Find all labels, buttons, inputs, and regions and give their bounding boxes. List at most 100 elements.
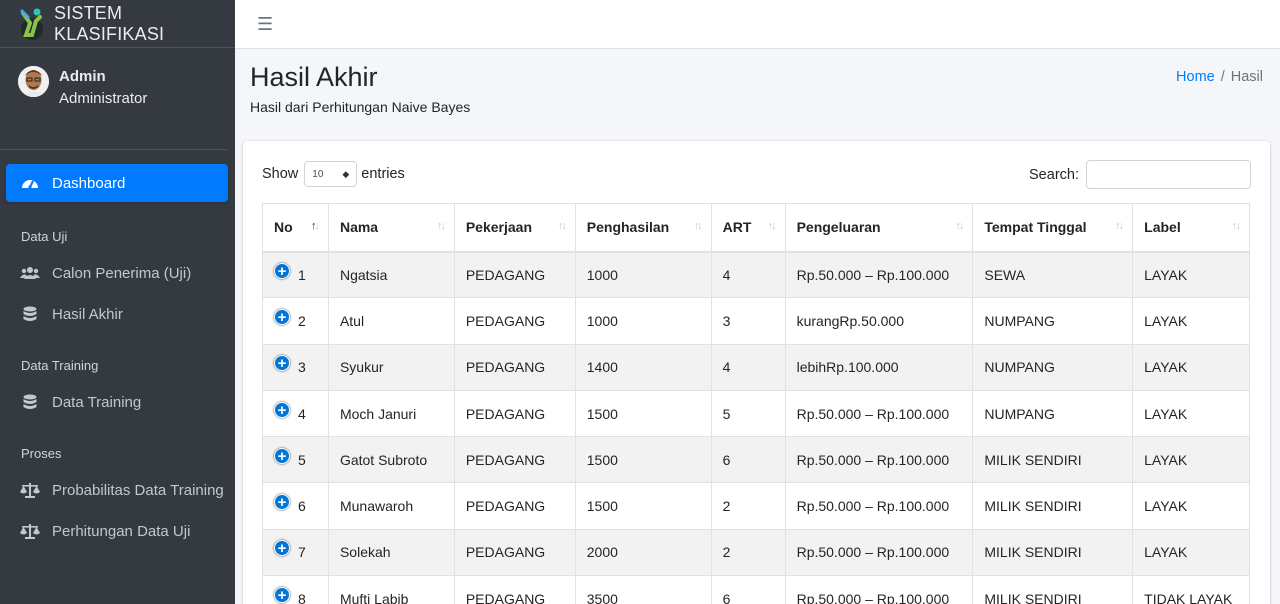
expand-row-icon[interactable]: + [274,447,290,464]
sidebar-item-dashboard[interactable]: Dashboard [6,164,228,202]
table-row[interactable]: +6 Munawaroh PEDAGANG 1500 2 Rp.50.000 – Rp.1… [262,482,1250,530]
cell-text: PEDAGANG [465,451,546,468]
table-row[interactable]: +2 Atul PEDAGANG 1000 3 kurangRp.50.000 NUMPAN… [262,297,1250,345]
balance-scale-icon [20,482,40,498]
cell-text: PEDAGANG [465,312,546,329]
table-cell: 4 [710,343,786,391]
cell-text: 4 [722,266,731,283]
expand-row-icon[interactable]: + [274,401,290,418]
avatar[interactable] [18,66,49,97]
cell-text: 1000 [586,266,618,283]
search-input[interactable] [1086,160,1251,189]
sort-icon: ↑↓ [557,220,567,232]
show-label: Show [262,166,299,182]
column-header[interactable]: Pekerjaan ↑↓ [453,203,576,253]
expand-row-icon[interactable]: + [274,355,290,372]
table-cell: +8 [262,575,329,604]
expand-row-icon[interactable]: + [274,262,290,279]
table-row[interactable]: +5 Gatot Subroto PEDAGANG 1500 6 Rp.50.000 – … [262,436,1250,484]
content-header: Hasil Akhir Hasil dari Perhitungan Naive… [250,62,470,115]
table-row[interactable]: +8 Mufti Labib PEDAGANG 3500 6 Rp.50.000 – Rp… [262,575,1250,604]
user-panel: Admin Administrator [0,48,227,150]
table-cell: LAYAK [1132,389,1250,438]
cell-text: SEWA [984,266,1026,283]
expand-row-icon[interactable]: + [274,494,290,511]
sidebar-item-hasil-akhir[interactable]: Hasil Akhir [6,295,228,333]
row-number: 2 [298,312,306,329]
cell-text: Mufti Labib [339,590,409,604]
cell-text: 6 [722,590,731,604]
table-cell: Syukur [327,343,455,391]
cell-text: Rp.50.000 – Rp.100.000 [796,498,950,515]
sidebar-item-calon-penerima[interactable]: Calon Penerima (Uji) [6,254,228,292]
cell-text: 6 [722,451,731,468]
column-header[interactable]: ART ↑↓ [710,203,786,253]
expand-row-icon[interactable]: + [274,308,290,325]
table-row[interactable]: +4 Moch Januri PEDAGANG 1500 5 Rp.50.000 – Rp… [262,389,1250,438]
table-cell: kurangRp.50.000 [784,297,974,345]
breadcrumb-home[interactable]: Home [1176,69,1215,85]
sidebar-item-data-training[interactable]: Data Training [6,383,228,421]
search-control: Search: [1029,160,1251,189]
table-cell: SEWA [972,250,1134,299]
table-cell: LAYAK [1132,250,1250,299]
table-cell: 1000 [574,250,712,299]
table-cell: Ngatsia [327,250,455,299]
user-name[interactable]: Admin [59,66,147,88]
cell-text: PEDAGANG [465,359,546,376]
table-cell: 1400 [574,343,712,391]
column-header[interactable]: No ↑↓ [262,203,329,253]
results-card: Show 10 ◆ entries Search: No ↑↓ Nama ↑↓ Peke… [243,141,1270,604]
cell-text: MILIK SENDIRI [984,498,1082,515]
expand-row-icon[interactable]: + [274,586,290,603]
table-cell: PEDAGANG [453,297,576,345]
cell-text: TIDAK LAYAK [1144,590,1233,604]
cell-text: MILIK SENDIRI [984,451,1082,468]
cell-text: 3 [722,312,731,329]
page-title: Hasil Akhir [250,62,378,92]
sidebar-item-probabilitas[interactable]: Probabilitas Data Training [6,471,228,509]
table-cell: Rp.50.000 – Rp.100.000 [784,389,974,438]
cell-text: MILIK SENDIRI [984,544,1082,561]
brand-title: SISTEM KLASIFIKASI [54,2,165,44]
breadcrumb-separator: / [1220,69,1225,85]
cell-text: lebihRp.100.000 [796,359,899,376]
table-row[interactable]: +1 Ngatsia PEDAGANG 1000 4 Rp.50.000 – Rp.100… [262,250,1250,299]
column-header[interactable]: Tempat Tinggal ↑↓ [972,203,1134,253]
cell-text: Rp.50.000 – Rp.100.000 [796,544,950,561]
column-header-label: Label [1144,219,1181,236]
cell-text: PEDAGANG [465,266,546,283]
expand-row-icon[interactable]: + [274,540,290,557]
row-number: 1 [298,266,306,283]
row-number: 5 [298,451,306,468]
brand-logo-icon [18,7,46,41]
row-number: 6 [298,498,306,515]
table-cell: Atul [327,297,455,345]
cell-text: LAYAK [1144,544,1188,561]
entries-select[interactable]: 10 ◆ [304,161,358,187]
column-header[interactable]: Pengeluaran ↑↓ [784,203,974,253]
table-cell: Rp.50.000 – Rp.100.000 [784,575,974,604]
table-row[interactable]: +7 Solekah PEDAGANG 2000 2 Rp.50.000 – Rp.100… [262,528,1250,577]
cell-text: 1500 [586,405,618,422]
row-number-cell: +4 [274,401,317,422]
table-cell: 1500 [574,389,712,438]
cell-text: Gatot Subroto [339,451,428,468]
row-number-cell: +7 [274,540,317,560]
table-cell: 1500 [574,436,712,484]
sort-asc-icon: ↑↓ [310,220,320,232]
brand-link[interactable]: SISTEM KLASIFIKASI [0,0,235,48]
column-header[interactable]: Penghasilan ↑↓ [574,203,712,253]
database-icon [20,394,40,410]
column-header[interactable]: Label ↑↓ [1132,203,1250,253]
table-cell: 2 [710,528,786,577]
column-header[interactable]: Nama ↑↓ [327,203,455,253]
hamburger-icon[interactable]: ☰ [257,14,273,35]
cell-text: Syukur [339,359,384,376]
sidebar-item-perhitungan[interactable]: Perhitungan Data Uji [6,512,228,550]
table-row[interactable]: +3 Syukur PEDAGANG 1400 4 lebihRp.100.000 NUMP… [262,343,1250,391]
row-number-cell: +6 [274,494,317,515]
table-cell: TIDAK LAYAK [1132,575,1250,604]
cell-text: PEDAGANG [465,544,546,561]
length-control: Show 10 ◆ entries [262,161,405,187]
